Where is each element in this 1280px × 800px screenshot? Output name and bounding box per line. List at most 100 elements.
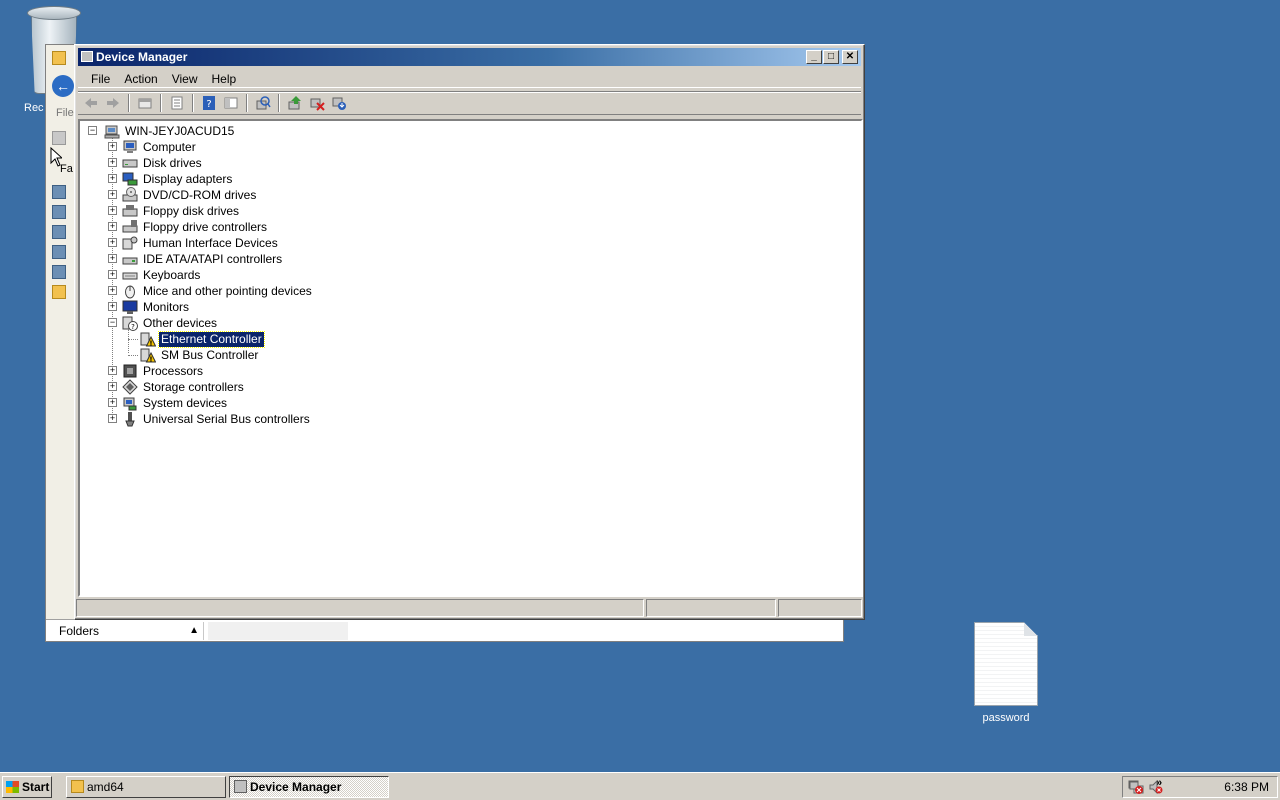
back-icon[interactable] [82, 94, 100, 112]
expand-toggle[interactable]: + [108, 382, 117, 391]
tree-category-system-devices[interactable]: + System devices [108, 395, 229, 411]
disable-icon[interactable] [330, 94, 348, 112]
tree-category-dvd-cd-rom-drives[interactable]: + DVD/CD-ROM drives [108, 187, 258, 203]
tree-device-ethernet-controller[interactable]: ! Ethernet Controller [140, 330, 265, 348]
status-panel [76, 599, 644, 617]
minimize-button[interactable]: _ [806, 50, 822, 64]
folder-icon [71, 780, 84, 793]
computer-icon [122, 139, 138, 155]
copy-icon[interactable] [52, 131, 66, 145]
window-title: Device Manager [96, 50, 188, 64]
tree-category-disk-drives[interactable]: + Disk drives [108, 155, 204, 171]
tree-category-display-adapters[interactable]: + Display adapters [108, 171, 234, 187]
properties-icon[interactable] [168, 94, 186, 112]
explorer-back-icon[interactable]: ← [52, 75, 74, 97]
menu-action[interactable]: Action [117, 68, 164, 87]
update-driver-icon[interactable] [286, 94, 304, 112]
expand-toggle[interactable]: + [108, 206, 117, 215]
computer-icon [104, 123, 120, 139]
tree-category-other-devices[interactable]: −? Other devices [108, 315, 219, 331]
svg-text:?: ? [131, 323, 135, 331]
recycle-bin-label: Rec [24, 102, 44, 114]
expand-toggle[interactable]: + [108, 174, 117, 183]
toolbar-separator [246, 94, 248, 112]
tree-category-mice-and-other-pointing-devices[interactable]: + Mice and other pointing devices [108, 283, 314, 299]
uninstall-icon[interactable] [308, 94, 326, 112]
tree-category-label: Keyboards [143, 267, 201, 282]
taskbar-item-amd64[interactable]: amd64 [66, 776, 226, 798]
maximize-button[interactable]: □ [823, 50, 839, 64]
forward-icon[interactable] [104, 94, 122, 112]
start-button[interactable]: Start [2, 776, 52, 798]
folders-pane-header[interactable]: Folders ▲ [48, 622, 204, 640]
start-label: Start [22, 780, 50, 794]
search-icon[interactable] [52, 265, 66, 279]
collapse-toggle[interactable]: − [88, 126, 97, 135]
expand-toggle[interactable]: + [108, 190, 117, 199]
chevron-up-icon[interactable]: ▲ [189, 622, 199, 640]
document-icon[interactable] [52, 205, 66, 219]
status-bar [76, 599, 864, 617]
device-tree: − WIN-JEYJ0ACUD15 + Computer + Disk drives + Di… [80, 121, 861, 595]
tree-category-label: Other devices [143, 315, 218, 330]
tree-category-keyboards[interactable]: + Keyboards [108, 267, 202, 283]
expand-toggle[interactable]: + [108, 142, 117, 151]
unknown-device-icon: ? [122, 315, 138, 331]
folders-label: Folders [59, 624, 100, 638]
tree-category-floppy-drive-controllers[interactable]: + Floppy drive controllers [108, 219, 269, 235]
explorer-bottom-fill [208, 622, 348, 640]
menu-file[interactable]: File [84, 68, 117, 87]
close-button[interactable]: ✕ [842, 50, 858, 64]
tree-category-universal-serial-bus-controllers[interactable]: + Universal Serial Bus controllers [108, 411, 312, 427]
help-icon[interactable]: ? [200, 94, 218, 112]
folder-icon[interactable] [52, 285, 66, 299]
music-icon[interactable] [52, 225, 66, 239]
tree-device-sm-bus-controller[interactable]: ! SM Bus Controller [140, 347, 260, 363]
expand-toggle[interactable]: + [108, 366, 117, 375]
tree-category-processors[interactable]: + Processors [108, 363, 205, 379]
expand-toggle[interactable]: + [108, 222, 117, 231]
password-file-icon[interactable]: password [968, 622, 1044, 724]
menu-help[interactable]: Help [205, 68, 244, 87]
expand-toggle[interactable]: + [108, 398, 117, 407]
expand-toggle[interactable]: + [108, 286, 117, 295]
tree-root-computer[interactable]: − WIN-JEYJ0ACUD15 [88, 123, 236, 139]
tree-category-storage-controllers[interactable]: + Storage controllers [108, 379, 246, 395]
tree-category-label: Floppy drive controllers [143, 219, 268, 234]
taskbar-item-device-manager[interactable]: Device Manager [229, 776, 389, 798]
mouse-cursor-icon [50, 147, 62, 167]
password-file-label: password [982, 712, 1030, 724]
expand-toggle[interactable]: + [108, 414, 117, 423]
document-icon[interactable] [52, 185, 66, 199]
tree-connector [128, 355, 138, 356]
dvd-drive-icon [122, 187, 138, 203]
clock[interactable]: 6:38 PM [1224, 780, 1269, 794]
tree-category-floppy-disk-drives[interactable]: + Floppy disk drives [108, 203, 241, 219]
expand-toggle[interactable]: + [108, 238, 117, 247]
volume-muted-icon[interactable] [1149, 780, 1163, 794]
usb-icon [122, 411, 138, 427]
device-tree-pane[interactable]: − WIN-JEYJ0ACUD15 + Computer + Disk drives + Di… [78, 119, 863, 597]
expand-toggle[interactable]: + [108, 270, 117, 279]
expand-toggle[interactable]: + [108, 158, 117, 167]
title-bar[interactable]: Device Manager _ □ ✕ [78, 48, 861, 66]
expand-toggle[interactable]: + [108, 302, 117, 311]
tree-category-computer[interactable]: + Computer [108, 139, 198, 155]
device-manager-window[interactable]: Device Manager _ □ ✕ File Action View He… [74, 44, 865, 620]
storage-controller-icon [122, 379, 138, 395]
tree-category-human-interface-devices[interactable]: + Human Interface Devices [108, 235, 280, 251]
show-hide-tree-icon[interactable] [222, 94, 240, 112]
mouse-icon [122, 283, 138, 299]
network-disconnected-icon[interactable] [1129, 780, 1143, 794]
collapse-toggle[interactable]: − [108, 318, 117, 327]
svg-text:!: ! [149, 340, 152, 348]
up-level-icon[interactable] [136, 94, 154, 112]
expand-toggle[interactable]: + [108, 254, 117, 263]
menu-view[interactable]: View [165, 68, 205, 87]
menu-bar: File Action View Help [78, 68, 861, 88]
tree-category-monitors[interactable]: + Monitors [108, 299, 191, 315]
picture-icon[interactable] [52, 245, 66, 259]
tree-category-label: Display adapters [143, 171, 233, 186]
scan-hardware-icon[interactable] [254, 94, 272, 112]
tree-category-ide-ata-atapi-controllers[interactable]: + IDE ATA/ATAPI controllers [108, 251, 284, 267]
